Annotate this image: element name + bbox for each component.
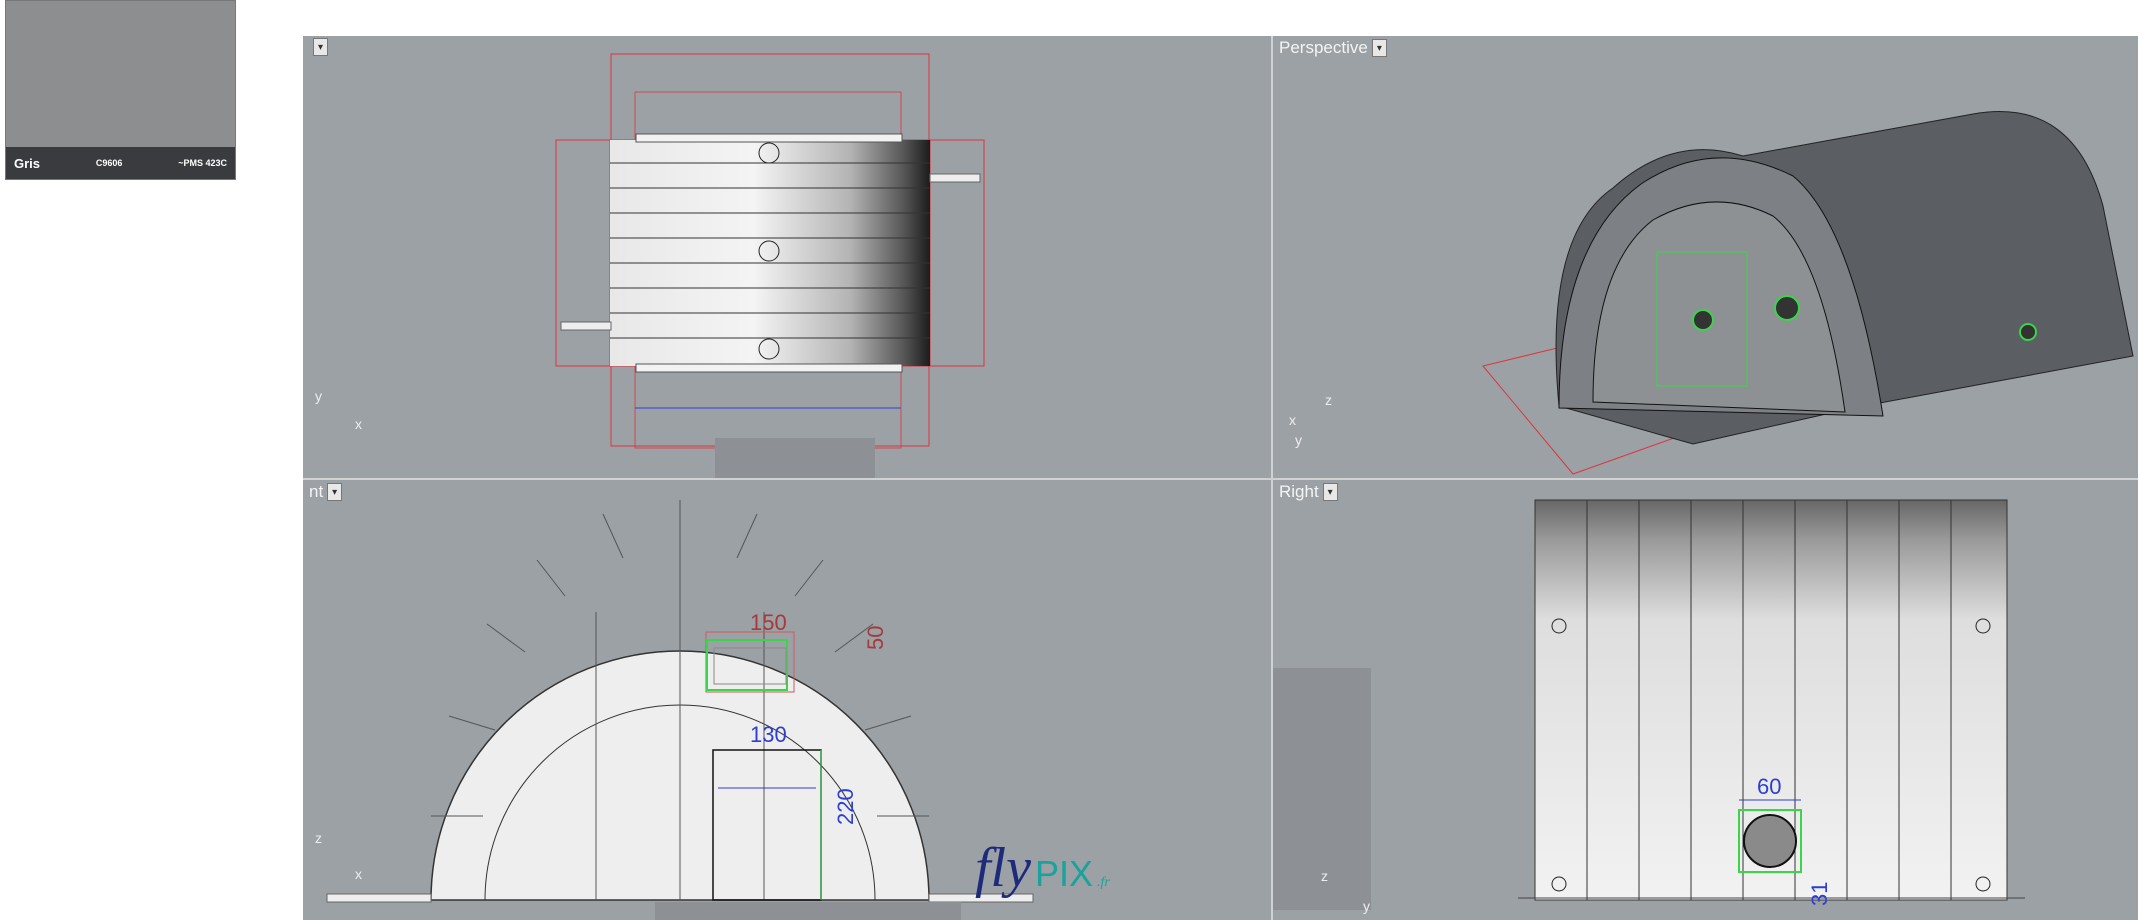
dim-door-width: 130 bbox=[750, 722, 787, 747]
top-view-drawing bbox=[555, 53, 985, 478]
dim-window-height: 50 bbox=[863, 625, 888, 650]
viewport-top[interactable]: ▾ y x bbox=[303, 36, 1271, 478]
front-view-drawing bbox=[326, 500, 1034, 920]
dim-window-width: 150 bbox=[750, 610, 787, 635]
axis-label-z-persp: z bbox=[1325, 392, 1332, 408]
viewport-menu-top[interactable]: ▾ bbox=[313, 38, 328, 56]
viewport-menu-perspective[interactable]: ▾ bbox=[1371, 39, 1387, 57]
swatch-pms: ~PMS 423C bbox=[178, 158, 227, 168]
flypix-logo: fly PIX .fr bbox=[975, 836, 1110, 900]
perspective-drawing bbox=[1482, 110, 2134, 475]
dim-hole-diameter: 60 bbox=[1757, 774, 1782, 799]
axis-label-z-front: z bbox=[315, 830, 322, 846]
axis-label-x-persp: x bbox=[1289, 412, 1296, 428]
viewport-title-front: nt bbox=[309, 482, 324, 501]
viewport-label-perspective: Perspective ▾ bbox=[1279, 38, 1387, 58]
viewport-title-perspective: Perspective bbox=[1279, 38, 1368, 57]
dim-door-height: 220 bbox=[833, 788, 858, 825]
right-view-drawing bbox=[1273, 499, 2025, 910]
axis-label-x-top: x bbox=[355, 416, 362, 432]
viewport-front[interactable]: 150 50 130 220 nt ▾ z x fly PIX .fr bbox=[303, 480, 1271, 920]
axis-label-y-top: y bbox=[315, 388, 322, 404]
logo-part-2: PIX bbox=[1034, 853, 1094, 894]
viewport-label-top: ▾ bbox=[309, 38, 328, 56]
viewport-label-front: nt ▾ bbox=[309, 482, 343, 502]
axis-label-x-front: x bbox=[355, 866, 362, 882]
swatch-name: Gris bbox=[14, 155, 41, 171]
viewport-title-right: Right bbox=[1279, 482, 1319, 501]
swatch-code: C9606 bbox=[95, 158, 123, 168]
color-swatch: Gris C9606 ~PMS 423C bbox=[5, 0, 236, 180]
dim-hole-offset: 31 bbox=[1807, 881, 1832, 906]
cad-viewports: ▾ y x Perspective ▾ x y z 150 50 130 220… bbox=[303, 36, 2138, 920]
logo-part-3: .fr bbox=[1097, 875, 1110, 890]
logo-part-1: fly bbox=[975, 837, 1031, 899]
axis-label-z-right: z bbox=[1321, 868, 1328, 884]
swatch-label-bar: Gris C9606 ~PMS 423C bbox=[6, 147, 235, 179]
axis-label-y-right: y bbox=[1363, 898, 1370, 914]
viewport-right[interactable]: 60 31 Right ▾ z y bbox=[1273, 480, 2138, 920]
viewport-menu-front[interactable]: ▾ bbox=[327, 483, 343, 501]
viewport-label-right: Right ▾ bbox=[1279, 482, 1338, 502]
viewport-menu-right[interactable]: ▾ bbox=[1322, 483, 1338, 501]
viewport-perspective[interactable]: Perspective ▾ x y z bbox=[1273, 36, 2138, 478]
axis-label-y-persp: y bbox=[1295, 432, 1302, 448]
